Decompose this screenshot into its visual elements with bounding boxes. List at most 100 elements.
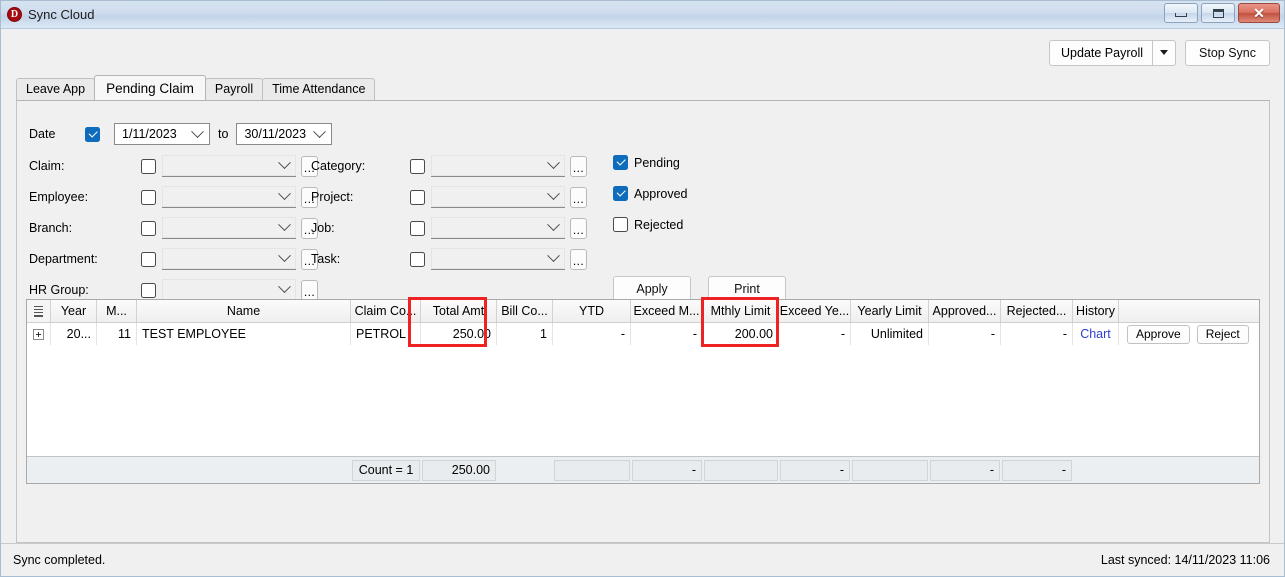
job-checkbox[interactable] bbox=[410, 220, 425, 236]
chevron-down-icon bbox=[278, 218, 291, 232]
update-payroll-dropdown-button[interactable] bbox=[1152, 40, 1175, 65]
toolbar: Update Payroll Stop Sync bbox=[1, 29, 1284, 76]
cell-rejected: - bbox=[1001, 323, 1073, 345]
filter-row-department: Department: ... bbox=[29, 248, 318, 270]
task-checkbox[interactable] bbox=[410, 251, 425, 267]
summary-yearly-limit bbox=[852, 459, 928, 481]
column-header-bill-count[interactable]: Bill Co... bbox=[497, 300, 553, 322]
filter-area: Date 1/11/2023 to 30/11/2023 Claim: ... … bbox=[17, 113, 1269, 303]
column-header-name[interactable]: Name bbox=[137, 300, 351, 322]
employee-combobox[interactable] bbox=[162, 186, 296, 208]
chevron-down-icon bbox=[278, 187, 291, 201]
chevron-down-icon bbox=[278, 249, 291, 263]
project-browse-button[interactable]: ... bbox=[570, 186, 587, 208]
cell-bill-count: 1 bbox=[497, 323, 553, 345]
stop-sync-button[interactable]: Stop Sync bbox=[1185, 39, 1270, 66]
column-header-exceed-mthly[interactable]: Exceed M... bbox=[631, 300, 703, 322]
filter-row-project: Project: ... bbox=[311, 186, 587, 208]
reject-button[interactable]: Reject bbox=[1196, 324, 1249, 344]
status-pending[interactable]: Pending bbox=[613, 155, 680, 170]
employee-checkbox[interactable] bbox=[141, 189, 156, 205]
department-checkbox[interactable] bbox=[141, 251, 156, 267]
project-combobox[interactable] bbox=[431, 186, 565, 208]
branch-combobox[interactable] bbox=[162, 217, 296, 239]
category-checkbox[interactable] bbox=[410, 158, 425, 174]
summary-exceed-mthly: - bbox=[632, 459, 702, 481]
summary-count: Count = 1 bbox=[352, 459, 420, 481]
filter-row-claim: Claim: ... bbox=[29, 155, 318, 177]
tab-payroll[interactable]: Payroll bbox=[204, 78, 264, 100]
column-header-history[interactable]: History bbox=[1073, 300, 1119, 322]
maximize-button[interactable] bbox=[1201, 3, 1235, 23]
app-window: D Sync Cloud ✕ Update Payroll Stop Sync bbox=[0, 0, 1285, 577]
claims-data-grid[interactable]: Year M... Name Claim Co... Total Amt Bil… bbox=[26, 299, 1260, 484]
column-header-month[interactable]: M... bbox=[97, 300, 137, 322]
hr-group-browse-button[interactable]: ... bbox=[301, 279, 318, 301]
column-header-yearly-limit[interactable]: Yearly Limit bbox=[851, 300, 929, 322]
date-from-input[interactable]: 1/11/2023 bbox=[114, 123, 210, 145]
cell-mthly-limit: 200.00 bbox=[703, 323, 779, 345]
approve-button[interactable]: Approve bbox=[1127, 324, 1190, 344]
column-header-ytd[interactable]: YTD bbox=[553, 300, 631, 322]
job-browse-button[interactable]: ... bbox=[570, 217, 587, 239]
date-to-label: to bbox=[218, 127, 229, 141]
update-payroll-split-button[interactable]: Update Payroll bbox=[1049, 39, 1177, 66]
column-header-year[interactable]: Year bbox=[51, 300, 97, 322]
claim-combobox[interactable] bbox=[162, 155, 296, 177]
filter-row-task: Task: ... bbox=[311, 248, 587, 270]
job-combobox[interactable] bbox=[431, 217, 565, 239]
cell-claim-code: PETROL bbox=[351, 323, 421, 345]
date-to-input[interactable]: 30/11/2023 bbox=[236, 123, 333, 145]
column-header-claim-code[interactable]: Claim Co... bbox=[351, 300, 421, 322]
task-combobox[interactable] bbox=[431, 248, 565, 270]
hr-group-combobox[interactable] bbox=[162, 279, 296, 301]
claim-checkbox[interactable] bbox=[141, 158, 156, 174]
column-header-mthly-limit[interactable]: Mthly Limit bbox=[703, 300, 779, 322]
approved-checkbox[interactable] bbox=[613, 186, 628, 201]
grid-select-all-cell[interactable] bbox=[27, 300, 51, 322]
app-logo-icon: D bbox=[7, 7, 22, 22]
column-header-approved[interactable]: Approved... bbox=[929, 300, 1001, 322]
chevron-down-icon bbox=[547, 249, 560, 263]
branch-label: Branch: bbox=[29, 221, 73, 235]
cell-ytd: - bbox=[553, 323, 631, 345]
cell-exceed-yearly: - bbox=[779, 323, 851, 345]
filter-row-job: Job: ... bbox=[311, 217, 587, 239]
column-header-rejected[interactable]: Rejected... bbox=[1001, 300, 1073, 322]
date-to-value: 30/11/2023 bbox=[244, 127, 307, 141]
status-approved[interactable]: Approved bbox=[613, 186, 688, 201]
window-title: Sync Cloud bbox=[28, 7, 95, 22]
tab-leave-app[interactable]: Leave App bbox=[16, 78, 96, 100]
history-chart-link[interactable]: Chart bbox=[1080, 327, 1111, 341]
table-row[interactable]: 20... 11 TEST EMPLOYEE PETROL 250.00 1 -… bbox=[27, 323, 1259, 345]
date-checkbox[interactable] bbox=[85, 126, 100, 142]
project-label: Project: bbox=[311, 190, 354, 204]
summary-total-amt: 250.00 bbox=[422, 459, 496, 481]
status-rejected[interactable]: Rejected bbox=[613, 217, 683, 232]
department-combobox[interactable] bbox=[162, 248, 296, 270]
employee-label: Employee: bbox=[29, 190, 89, 204]
cell-name: TEST EMPLOYEE bbox=[137, 323, 351, 345]
tab-time-attendance[interactable]: Time Attendance bbox=[262, 78, 376, 100]
rejected-checkbox[interactable] bbox=[613, 217, 628, 232]
date-label: Date bbox=[29, 127, 56, 141]
row-expander-cell[interactable] bbox=[27, 323, 51, 345]
category-combobox[interactable] bbox=[431, 155, 565, 177]
project-checkbox[interactable] bbox=[410, 189, 425, 205]
tab-pending-claim[interactable]: Pending Claim bbox=[94, 75, 206, 100]
column-header-total-amt[interactable]: Total Amt bbox=[421, 300, 497, 322]
hr-group-checkbox[interactable] bbox=[141, 282, 156, 298]
chevron-down-icon bbox=[547, 218, 560, 232]
minimize-button[interactable] bbox=[1164, 3, 1198, 23]
branch-checkbox[interactable] bbox=[141, 220, 156, 236]
category-browse-button[interactable]: ... bbox=[570, 155, 587, 177]
pending-checkbox[interactable] bbox=[613, 155, 628, 170]
chevron-down-icon bbox=[547, 156, 560, 170]
grid-summary-row: Count = 1 250.00 - - - - bbox=[27, 456, 1259, 483]
grid-selector-icon bbox=[34, 305, 43, 317]
task-browse-button[interactable]: ... bbox=[570, 248, 587, 270]
expand-row-icon[interactable] bbox=[33, 328, 44, 340]
close-button[interactable]: ✕ bbox=[1238, 3, 1280, 23]
chevron-down-icon bbox=[278, 280, 291, 294]
column-header-exceed-yearly[interactable]: Exceed Ye... bbox=[779, 300, 851, 322]
